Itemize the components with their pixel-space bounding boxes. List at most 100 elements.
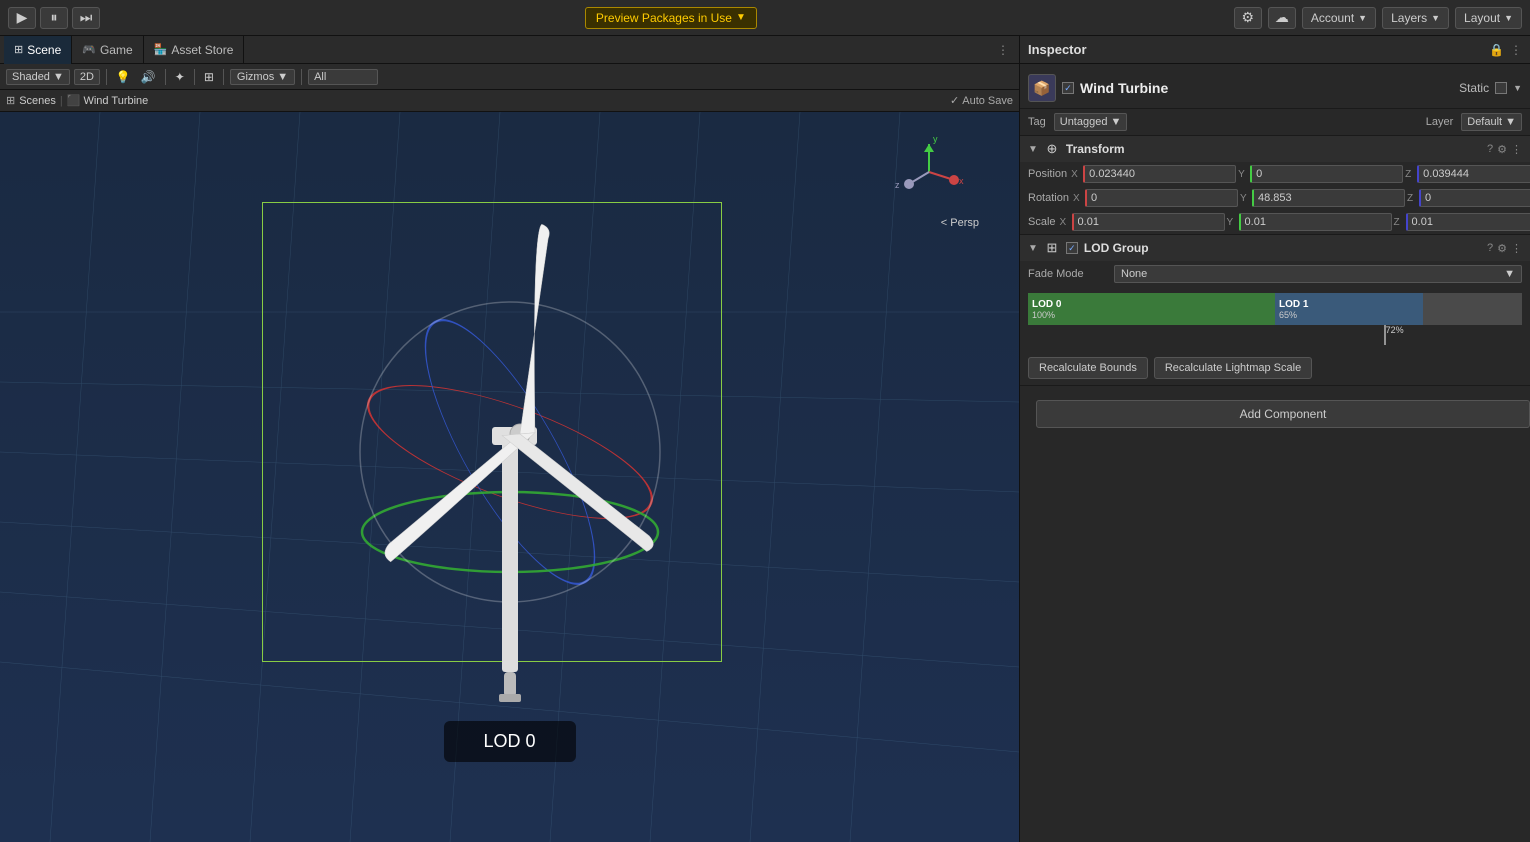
scale-y-input[interactable]	[1239, 213, 1392, 231]
step-button[interactable]: ⏭	[72, 7, 100, 29]
recalculate-bounds-button[interactable]: Recalculate Bounds	[1028, 357, 1148, 379]
position-y-input[interactable]	[1250, 165, 1403, 183]
rotation-z-input[interactable]	[1419, 189, 1530, 207]
audio-toggle-button[interactable]: 🔊	[138, 70, 159, 84]
lod0-bar[interactable]: LOD 0 100%	[1028, 293, 1275, 325]
persp-label: < Persp	[941, 217, 979, 229]
tag-layer-row: Tag Untagged ▼ Layer Default ▼	[1020, 109, 1530, 136]
viewport[interactable]: y x z < Persp LOD 0 🔍	[0, 112, 1019, 842]
layer-value: Default	[1467, 116, 1502, 128]
lod-group-component-buttons: ? ⚙ ⋮	[1487, 242, 1522, 255]
scale-z-field: Z	[1394, 213, 1530, 231]
position-x-field: X	[1071, 165, 1236, 183]
light-toggle-button[interactable]: 💡	[113, 70, 134, 84]
rot-x-axis-label: X	[1073, 193, 1083, 204]
toolbar-sep-2	[165, 69, 166, 85]
lod1-bar[interactable]: LOD 1 65%	[1275, 293, 1423, 325]
autosave-toggle[interactable]: ✓ Auto Save	[950, 94, 1013, 107]
more-icon[interactable]: ⋮	[1510, 43, 1522, 57]
main-layout: ⊞ Scene 🎮 Game 🏪 Asset Store ⋮ Shaded ▼ …	[0, 36, 1530, 842]
autosave-check-icon: ✓	[950, 94, 959, 107]
lod-settings-icon[interactable]: ⚙	[1497, 242, 1507, 255]
lod-group-component-header[interactable]: ▼ ⊞ LOD Group ? ⚙ ⋮	[1020, 235, 1530, 261]
object-enabled-checkbox[interactable]	[1062, 82, 1074, 94]
layout-button[interactable]: Layout ▼	[1455, 7, 1522, 29]
rotation-x-field: X	[1073, 189, 1238, 207]
breadcrumb-scenes[interactable]: Scenes	[19, 95, 56, 107]
transform-settings-icon[interactable]: ⚙	[1497, 143, 1507, 156]
rotation-x-input[interactable]	[1085, 189, 1238, 207]
gizmos-arrow-icon: ▼	[277, 71, 288, 83]
gizmos-label: Gizmos	[237, 71, 274, 83]
position-z-input[interactable]	[1417, 165, 1530, 183]
lod1-label: LOD 1	[1279, 299, 1419, 310]
position-x-input[interactable]	[1083, 165, 1236, 183]
tab-game[interactable]: 🎮 Game	[72, 36, 143, 64]
playmode-controls: ▶ ⏸ ⏭	[8, 7, 100, 29]
lod-bar-container: LOD 0 100% LOD 1 65%	[1028, 293, 1522, 325]
toolbar-sep-4	[223, 69, 224, 85]
layers-label: Layers	[1391, 11, 1427, 25]
tab-scene[interactable]: ⊞ Scene	[4, 36, 72, 64]
lod-bars: LOD 0 100% LOD 1 65% 72%	[1020, 287, 1530, 351]
gizmos-dropdown[interactable]: Gizmos ▼	[230, 69, 295, 85]
pos-y-axis-label: Y	[1238, 169, 1248, 180]
lod-more-icon[interactable]: ⋮	[1511, 242, 1522, 255]
lod1-pct: 65%	[1279, 310, 1419, 320]
asset-store-tab-label: Asset Store	[171, 43, 233, 57]
transform-component-header[interactable]: ▼ ⊕ Transform ? ⚙ ⋮	[1020, 136, 1530, 162]
lod0-label: LOD 0	[1032, 299, 1271, 310]
recalculate-lightmap-button[interactable]: Recalculate Lightmap Scale	[1154, 357, 1312, 379]
scene-tab-icon: ⊞	[14, 43, 23, 56]
account-button[interactable]: Account ▼	[1302, 7, 1376, 29]
scale-x-input[interactable]	[1072, 213, 1225, 231]
tab-asset-store[interactable]: 🏪 Asset Store	[144, 36, 245, 64]
collab-icon-button[interactable]: ☁	[1268, 7, 1296, 29]
fade-mode-dropdown[interactable]: None ▼	[1114, 265, 1522, 283]
scale-y-axis-label: Y	[1227, 217, 1237, 228]
tag-value: Untagged	[1060, 116, 1108, 128]
layer-dropdown[interactable]: Default ▼	[1461, 113, 1522, 131]
game-tab-label: Game	[100, 43, 133, 57]
rot-y-axis-label: Y	[1240, 193, 1250, 204]
toolbar-sep-3	[194, 69, 195, 85]
pause-button[interactable]: ⏸	[40, 7, 68, 29]
lod-help-icon[interactable]: ?	[1487, 242, 1493, 255]
scale-row: Scale X Y Z	[1020, 210, 1530, 234]
play-button[interactable]: ▶	[8, 7, 36, 29]
services-icon-button[interactable]: ⚙	[1234, 7, 1262, 29]
rotation-fields: X Y Z	[1073, 189, 1530, 207]
shading-dropdown[interactable]: Shaded ▼	[6, 69, 70, 85]
2d-toggle[interactable]: 2D	[74, 69, 100, 85]
autosave-label: Auto Save	[962, 95, 1013, 107]
lock-icon[interactable]: 🔒	[1489, 43, 1504, 57]
scenes-label: Scenes	[19, 95, 56, 107]
rotation-y-input[interactable]	[1252, 189, 1405, 207]
lod-button-row: Recalculate Bounds Recalculate Lightmap …	[1020, 351, 1530, 385]
scene-tabs: ⊞ Scene 🎮 Game 🏪 Asset Store ⋮	[0, 36, 1019, 64]
add-component-button[interactable]: Add Component	[1036, 400, 1530, 428]
layers-grid-button[interactable]: ⊞	[201, 70, 217, 84]
position-y-field: Y	[1238, 165, 1403, 183]
tag-dropdown[interactable]: Untagged ▼	[1054, 113, 1128, 131]
layers-button[interactable]: Layers ▼	[1382, 7, 1449, 29]
layer-arrow-icon: ▼	[1505, 116, 1516, 128]
position-fields: X Y Z	[1071, 165, 1530, 183]
scale-z-input[interactable]	[1406, 213, 1530, 231]
tag-arrow-icon: ▼	[1110, 116, 1121, 128]
orientation-gizmo[interactable]: y x z	[889, 132, 969, 212]
tag-label: Tag	[1028, 116, 1046, 128]
lod-group-component-icon: ⊞	[1044, 240, 1060, 256]
rot-z-axis-label: Z	[1407, 193, 1417, 204]
account-arrow-icon: ▼	[1358, 13, 1367, 23]
transform-more-icon[interactable]: ⋮	[1511, 143, 1522, 156]
lod-group-enabled-checkbox[interactable]	[1066, 242, 1078, 254]
breadcrumb-object[interactable]: ⬛ Wind Turbine	[67, 94, 149, 107]
transform-help-icon[interactable]: ?	[1487, 143, 1493, 156]
transform-chevron-icon: ▼	[1028, 144, 1038, 155]
preview-packages-button[interactable]: Preview Packages in Use ▼	[585, 7, 757, 29]
search-input[interactable]	[308, 69, 378, 85]
static-checkbox[interactable]	[1495, 82, 1507, 94]
fx-button[interactable]: ✦	[172, 70, 188, 84]
tabs-more-button[interactable]: ⋮	[991, 43, 1015, 57]
